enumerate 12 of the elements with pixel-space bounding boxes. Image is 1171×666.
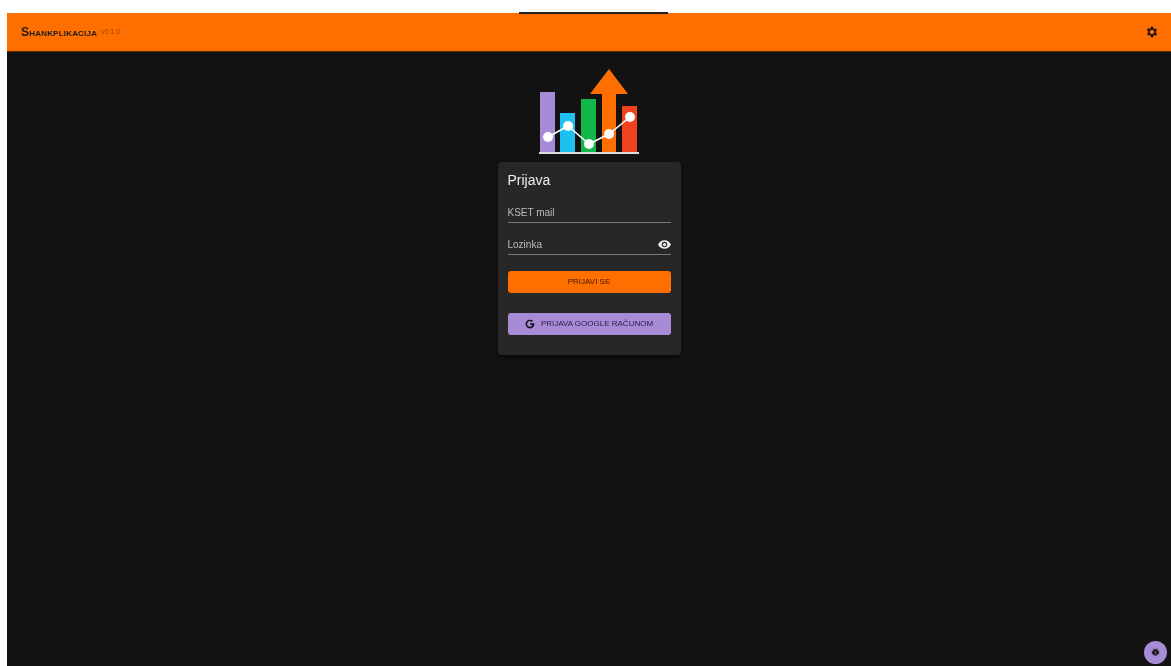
login-title: Prijava: [507, 172, 552, 189]
bug-report-button[interactable]: [1144, 641, 1167, 664]
google-login-button[interactable]: PRIJAVA GOOGLE RAČUNOM: [507, 312, 671, 335]
login-button[interactable]: PRIJAVI SE: [507, 270, 671, 293]
settings-button[interactable]: [1145, 25, 1159, 39]
settings-icon: [1145, 25, 1159, 39]
password-field[interactable]: Lozinka: [507, 234, 658, 254]
eye-icon[interactable]: [657, 239, 671, 249]
google-g-icon: [524, 318, 535, 329]
bug-icon: [1150, 647, 1161, 658]
email-field[interactable]: KSET mail: [507, 202, 671, 222]
app-title: Shankplikacija: [21, 24, 98, 41]
